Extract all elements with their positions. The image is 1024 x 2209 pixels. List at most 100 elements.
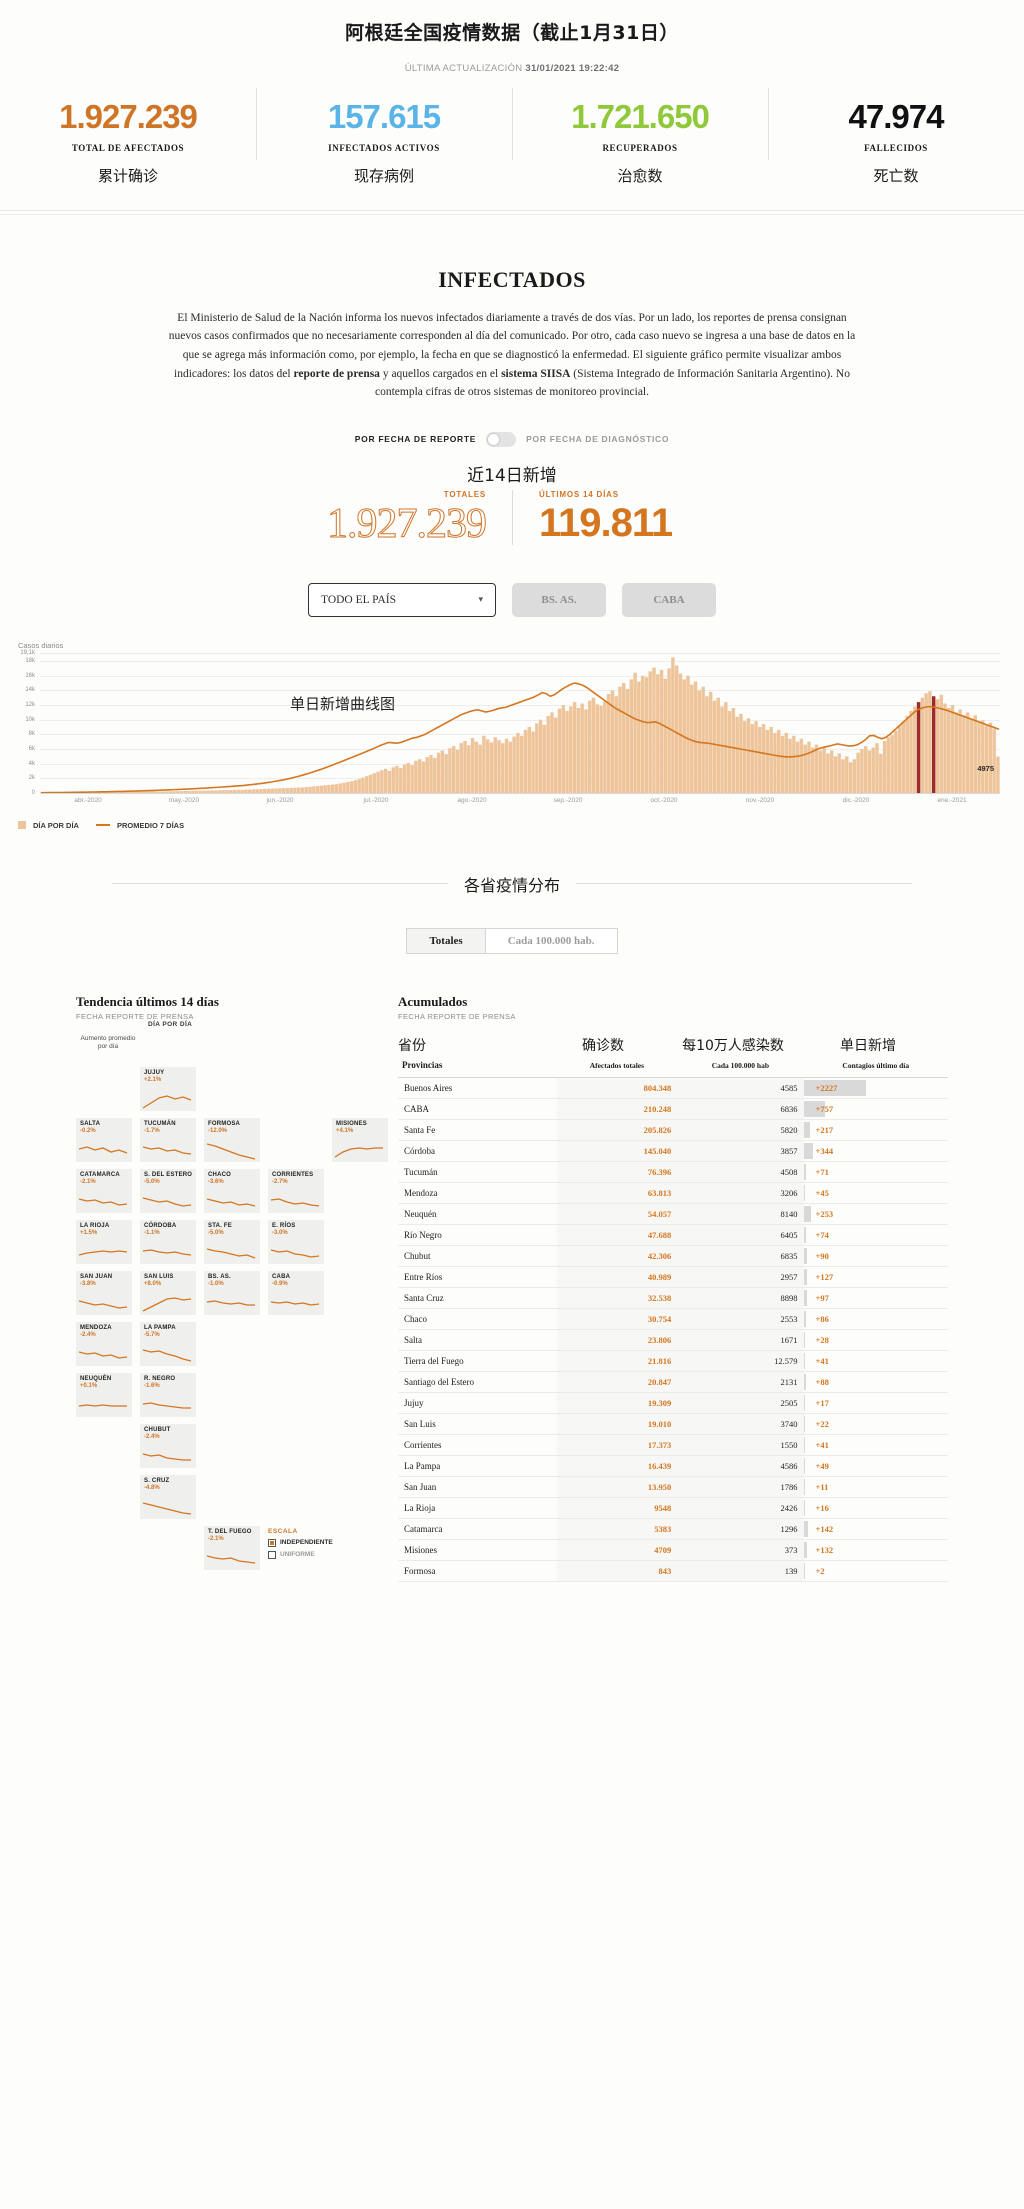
date-mode-toggle-row[interactable]: POR FECHA DE REPORTE POR FECHA DE DIAGNÓ… <box>100 432 924 447</box>
cell-cada-100k: 373 <box>677 1540 803 1561</box>
table-row[interactable]: San Luis19.0103740+22 <box>398 1414 948 1435</box>
province-sparkline-card[interactable]: CÓRDOBA-1.1% <box>140 1220 196 1264</box>
toggle-label-diagnosis-date[interactable]: POR FECHA DE DIAGNÓSTICO <box>526 434 669 444</box>
province-sparkline-card[interactable]: S. CRUZ-4.8% <box>140 1475 196 1519</box>
table-column-header[interactable]: Cada 100.000 hab <box>677 1057 803 1078</box>
cell-cada-100k: 6405 <box>677 1225 803 1246</box>
table-column-header[interactable]: Contagios último día <box>804 1057 948 1078</box>
province-sparkline-card[interactable]: SAN LUIS+8.0% <box>140 1271 196 1315</box>
table-row[interactable]: Buenos Aires804.3484585+2227 <box>398 1078 948 1099</box>
province-sparkline-card[interactable]: LA RIOJA+1.5% <box>76 1220 132 1264</box>
table-row[interactable]: Corrientes17.3731550+41 <box>398 1435 948 1456</box>
table-column-header[interactable]: Afectados totales <box>557 1057 678 1078</box>
chart-plot-area[interactable]: 单日新增曲线图 4975 02k4k6k8k10k12k14k16k18k19,… <box>40 653 1000 793</box>
table-row[interactable]: Tucumán76.3964508+71 <box>398 1162 948 1183</box>
table-row[interactable]: Salta23.8061671+28 <box>398 1330 948 1351</box>
province-sparkline-card[interactable]: CABA-0.9% <box>268 1271 324 1315</box>
province-sparkline-card[interactable]: T. DEL FUEGO-2.1% <box>204 1526 260 1570</box>
cell-cada-100k: 2957 <box>677 1267 803 1288</box>
sparkline-change-pct: -2.1% <box>208 1536 256 1542</box>
cell-afectados: 32.538 <box>557 1288 678 1309</box>
cell-ultimo-dia: +344 <box>804 1141 948 1162</box>
province-sparkline-card[interactable]: MENDOZA-2.4% <box>76 1322 132 1366</box>
table-row[interactable]: Entre Ríos40.9892957+127 <box>398 1267 948 1288</box>
table-row[interactable]: La Pampa16.4394586+49 <box>398 1456 948 1477</box>
x-axis-tick: dic.-2020 <box>843 797 870 804</box>
chevron-down-icon: ▾ <box>478 595 483 605</box>
province-sparkline-card[interactable]: BS. AS.-1.0% <box>204 1271 260 1315</box>
table-row[interactable]: Córdoba145.0403857+344 <box>398 1141 948 1162</box>
provinces-table: ProvinciasAfectados totalesCada 100.000 … <box>398 1057 948 1582</box>
y-axis-tick: 2k <box>29 775 40 781</box>
province-sparkline-card[interactable]: SALTA-0.2% <box>76 1118 132 1162</box>
province-sparkline-card[interactable]: CATAMARCA-2.1% <box>76 1169 132 1213</box>
province-sparkline-card[interactable]: S. DEL ESTERO-5.0% <box>140 1169 196 1213</box>
province-sparkline-card[interactable]: NEUQUÉN+0.1% <box>76 1373 132 1417</box>
stat-label: RECUPERADOS <box>512 143 768 153</box>
checkbox-checked-icon[interactable] <box>268 1539 276 1547</box>
date-mode-switch[interactable] <box>486 432 516 447</box>
table-row[interactable]: Neuquén54.0578140+253 <box>398 1204 948 1225</box>
table-row[interactable]: Santa Fe205.8265820+217 <box>398 1120 948 1141</box>
province-sparkline-card[interactable]: FORMOSA-12.0% <box>204 1118 260 1162</box>
table-row[interactable]: Formosa843139+2 <box>398 1561 948 1582</box>
province-sparkline-card[interactable]: TUCUMÁN-1.7% <box>140 1118 196 1162</box>
region-select[interactable]: TODO EL PAÍS ▾ <box>308 583 496 617</box>
table-row[interactable]: Santa Cruz32.5388898+97 <box>398 1288 948 1309</box>
toggle-label-report-date[interactable]: POR FECHA DE REPORTE <box>355 434 476 444</box>
cell-cada-100k: 2131 <box>677 1372 803 1393</box>
province-sparkline-card[interactable]: CHACO-3.6% <box>204 1169 260 1213</box>
table-row[interactable]: La Rioja95482426+16 <box>398 1498 948 1519</box>
section-paragraph: El Ministerio de Salud de la Nación info… <box>167 309 857 402</box>
province-sparkline-card[interactable]: JUJUY+2.1% <box>140 1067 196 1111</box>
cell-ultimo-dia: +127 <box>804 1267 948 1288</box>
sparkline-province-name: JUJUY <box>144 1070 192 1076</box>
cell-afectados: 23.806 <box>557 1330 678 1351</box>
scale-options[interactable]: ESCALAINDEPENDIENTEUNIFORME <box>268 1528 333 1559</box>
sparkline-svg <box>268 1294 324 1314</box>
province-sparkline-card[interactable]: CHUBUT-2.4% <box>140 1424 196 1468</box>
region-select-value: TODO EL PAÍS <box>321 594 396 606</box>
region-pill-caba[interactable]: CABA <box>622 583 716 617</box>
table-row[interactable]: Misiones4709373+132 <box>398 1540 948 1561</box>
cell-provincia: Santa Fe <box>398 1120 557 1141</box>
table-row[interactable]: Río Negro47.6886405+74 <box>398 1225 948 1246</box>
province-sparkline-card[interactable]: STA. FE-5.0% <box>204 1220 260 1264</box>
table-row[interactable]: Jujuy19.3092505+17 <box>398 1393 948 1414</box>
checkbox-icon[interactable] <box>268 1551 276 1559</box>
sparkline-province-name: STA. FE <box>208 1223 256 1229</box>
metric-segmented-control[interactable]: Totales Cada 100.000 hab. <box>0 928 1024 954</box>
segment-totals[interactable]: Totales <box>406 928 485 954</box>
sparkline-province-name: SAN LUIS <box>144 1274 192 1280</box>
scale-option-independent[interactable]: INDEPENDIENTE <box>268 1539 333 1547</box>
cell-afectados: 13.950 <box>557 1477 678 1498</box>
region-selector-row[interactable]: TODO EL PAÍS ▾ BS. AS. CABA <box>100 583 924 617</box>
table-row[interactable]: Mendoza63.8133206+45 <box>398 1183 948 1204</box>
table-row[interactable]: Tierra del Fuego21.81612.579+41 <box>398 1351 948 1372</box>
table-row[interactable]: Chubut42.3066835+90 <box>398 1246 948 1267</box>
scale-option-label: INDEPENDIENTE <box>280 1539 333 1546</box>
provinces-section-title: 各省疫情分布 <box>464 872 560 896</box>
province-sparkline-card[interactable]: MISIONES+4.1% <box>332 1118 388 1162</box>
table-column-header[interactable]: Provincias <box>398 1057 557 1078</box>
sparkline-change-pct: -5.7% <box>144 1332 192 1338</box>
province-sparkline-card[interactable]: E. RÍOS-3.0% <box>268 1220 324 1264</box>
y-axis-tick: 12k <box>25 702 40 708</box>
table-row[interactable]: CABA210.2486836+757 <box>398 1099 948 1120</box>
table-row[interactable]: San Juan13.9501786+11 <box>398 1477 948 1498</box>
cell-afectados: 19.309 <box>557 1393 678 1414</box>
region-pill-bsas[interactable]: BS. AS. <box>512 583 606 617</box>
scale-option-uniform[interactable]: UNIFORME <box>268 1551 333 1559</box>
province-sparkline-card[interactable]: CORRIENTES-2.7% <box>268 1169 324 1213</box>
province-sparkline-card[interactable]: LA PAMPA-5.7% <box>140 1322 196 1366</box>
table-row[interactable]: Catamarca53831296+142 <box>398 1519 948 1540</box>
cell-provincia: Entre Ríos <box>398 1267 557 1288</box>
cell-afectados: 210.248 <box>557 1099 678 1120</box>
sparkline-grid: JUJUY+2.1%SALTA-0.2%TUCUMÁN-1.7%FORMOSA-… <box>76 1067 388 1603</box>
province-sparkline-card[interactable]: SAN JUAN-3.8% <box>76 1271 132 1315</box>
table-row[interactable]: Chaco30.7542553+86 <box>398 1309 948 1330</box>
table-row[interactable]: Santiago del Estero20.8472131+88 <box>398 1372 948 1393</box>
segment-per-100k[interactable]: Cada 100.000 hab. <box>486 928 618 954</box>
province-sparkline-card[interactable]: R. NEGRO-1.6% <box>140 1373 196 1417</box>
sparkline-change-pct: -1.0% <box>208 1281 256 1287</box>
